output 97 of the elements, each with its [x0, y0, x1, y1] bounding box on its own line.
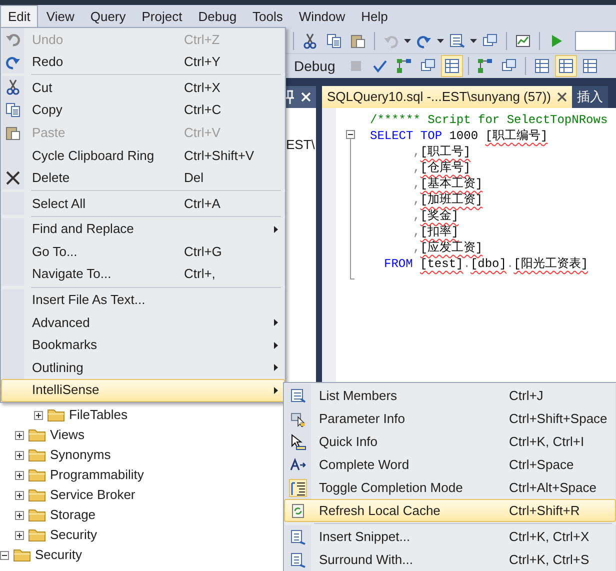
- menu-item[interactable]: Bookmarks: [1, 334, 285, 356]
- menu-item[interactable]: Select All Ctrl+A: [1, 192, 285, 215]
- menu-item[interactable]: Redo Ctrl+Y: [1, 50, 285, 74]
- menu-item[interactable]: Outlining: [1, 356, 285, 379]
- menu-title[interactable]: View: [38, 5, 82, 28]
- menu-title[interactable]: Window: [290, 5, 354, 28]
- menu-item[interactable]: Quick Info Ctrl+K, Ctrl+I: [284, 430, 616, 453]
- code-line: ,[应发工资]: [412, 240, 484, 256]
- tree-item[interactable]: Views: [50, 425, 84, 445]
- windows-icon: [482, 32, 498, 48]
- paste-icon: [5, 124, 21, 141]
- expand-icon[interactable]: [15, 430, 24, 440]
- code-line: ,[加班工资]: [412, 192, 484, 208]
- copy-icon: [326, 32, 342, 48]
- fold-marker-icon[interactable]: [346, 130, 355, 280]
- menu-item[interactable]: Parameter Info Ctrl+Shift+Space: [284, 407, 616, 430]
- dropdown-arrow-icon[interactable]: [404, 38, 411, 42]
- list-icon: [449, 32, 465, 48]
- windows-icon: [501, 58, 518, 74]
- menu-item[interactable]: Advanced: [1, 311, 285, 334]
- dropdown-arrow-icon[interactable]: [437, 38, 444, 42]
- tree-item[interactable]: Service Broker: [50, 485, 136, 505]
- menu-item[interactable]: List Members Ctrl+J: [284, 384, 616, 407]
- editor-tab[interactable]: SQLQuery10.sql -...EST\sunyang (57)): [322, 86, 572, 108]
- menu-title[interactable]: Query: [82, 5, 134, 28]
- menu-item[interactable]: Toggle Completion Mode Ctrl+Alt+Space: [284, 476, 616, 499]
- folder-icon: [28, 488, 46, 502]
- menu-item[interactable]: Complete Word Ctrl+Space: [284, 453, 616, 476]
- table-icon: [582, 58, 598, 74]
- paste-icon: [350, 32, 366, 48]
- folder-icon: [28, 528, 46, 542]
- menu-title[interactable]: Edit: [0, 5, 38, 28]
- menu-title[interactable]: Help: [353, 5, 396, 28]
- code-line: FROM [test].[dbo].[阳光工资表]: [383, 256, 590, 272]
- pin-icon[interactable]: [284, 90, 296, 104]
- code-line: ,[扣率]: [412, 224, 460, 240]
- checkmark-icon: [372, 58, 388, 74]
- menu-item[interactable]: Cut Ctrl+X: [1, 76, 285, 99]
- close-icon: [5, 170, 21, 186]
- table-icon: [558, 58, 574, 74]
- menu-item[interactable]: Insert Snippet... Ctrl+K, Ctrl+X: [284, 525, 616, 548]
- editor-tab[interactable]: 插入: [572, 86, 608, 108]
- menu-item[interactable]: Find and Replace: [1, 218, 285, 240]
- dropdown-arrow-icon[interactable]: [470, 38, 477, 42]
- chart-icon: [515, 32, 531, 48]
- folder-icon: [28, 428, 46, 442]
- table-icon: [534, 58, 550, 74]
- menu-item[interactable]: Refresh Local Cache Ctrl+Shift+R: [284, 499, 616, 522]
- tree-item[interactable]: EST\: [286, 135, 316, 155]
- expand-icon[interactable]: [15, 510, 24, 520]
- menu-title[interactable]: Debug: [190, 5, 245, 28]
- menu-item[interactable]: Surround With... Ctrl+K, Ctrl+S: [284, 548, 616, 571]
- code-line: ,[基本工资]: [412, 176, 484, 192]
- expand-icon[interactable]: [15, 530, 24, 540]
- close-icon[interactable]: [556, 92, 567, 102]
- scissors-icon: [302, 32, 318, 48]
- menu-item[interactable]: Copy Ctrl+C: [1, 98, 285, 122]
- toolbar-label[interactable]: Debug: [290, 56, 344, 76]
- folder-icon: [28, 448, 46, 462]
- copy-icon: [5, 102, 21, 118]
- expand-icon[interactable]: [15, 490, 24, 500]
- folder-icon: [13, 548, 31, 562]
- tree-item[interactable]: FileTables: [69, 405, 128, 425]
- tree-item[interactable]: Synonyms: [50, 445, 111, 465]
- collapse-icon[interactable]: [0, 550, 9, 560]
- undo-icon: [5, 31, 21, 48]
- menu-item[interactable]: Navigate To... Ctrl+,: [1, 262, 285, 286]
- menu-title[interactable]: Project: [134, 5, 190, 28]
- menu-title[interactable]: Tools: [244, 5, 291, 28]
- folder-icon: [28, 468, 46, 482]
- code-line: ,[仓库号]: [412, 160, 472, 176]
- windows-icon: [420, 58, 436, 74]
- table-icon: [444, 58, 460, 74]
- combo-field[interactable]: [575, 30, 616, 50]
- menu-item[interactable]: Go To... Ctrl+G: [1, 240, 285, 263]
- code-line: ,[职工号]: [412, 144, 472, 160]
- diagram-icon: [396, 58, 412, 74]
- menu-item[interactable]: Cycle Clipboard Ring Ctrl+Shift+V: [1, 144, 285, 167]
- code-line: SELECT TOP 1000 [职工编号]: [369, 128, 549, 144]
- diagram-icon: [477, 58, 494, 74]
- menu-item[interactable]: IntelliSense: [1, 378, 285, 402]
- folder-icon: [47, 408, 65, 422]
- menu-item[interactable]: Insert File As Text...: [1, 288, 285, 312]
- expand-icon[interactable]: [34, 410, 43, 420]
- code-line: /****** Script for SelectTopNRows: [369, 112, 608, 128]
- tree-item[interactable]: Programmability: [50, 465, 144, 485]
- expand-icon[interactable]: [15, 450, 24, 460]
- expand-icon[interactable]: [15, 470, 24, 480]
- folder-icon: [28, 508, 46, 522]
- tree-item[interactable]: Security: [35, 545, 82, 565]
- scissors-icon: [5, 79, 21, 96]
- tree-item[interactable]: Storage: [50, 505, 96, 525]
- code-line: ,[奖金]: [412, 208, 460, 224]
- toolbar-button[interactable]: [555, 55, 578, 77]
- menu-item[interactable]: Delete Del: [1, 166, 285, 190]
- tree-item[interactable]: Security: [50, 525, 97, 545]
- toolbar-button[interactable]: [441, 55, 464, 77]
